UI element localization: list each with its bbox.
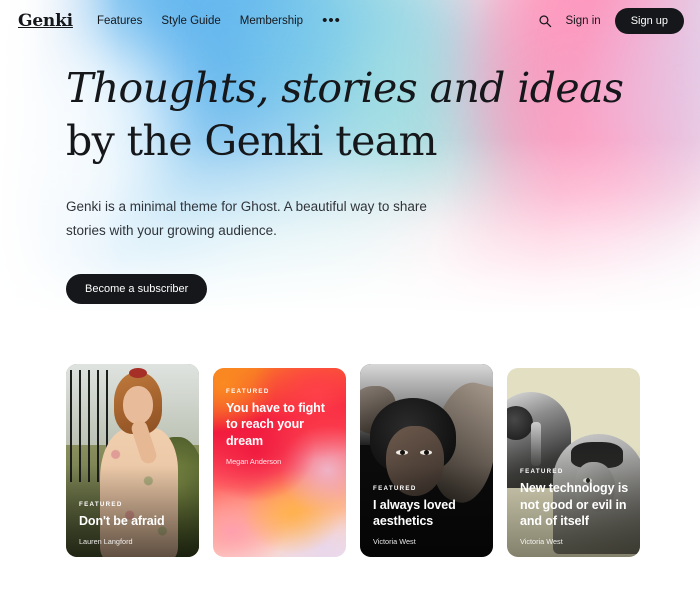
become-subscriber-button[interactable]: Become a subscriber [66,273,208,304]
card-text: FEATURED New technology is not good or e… [520,468,629,546]
header-actions: Sign in Sign up [538,8,684,34]
nav-item-membership[interactable]: Membership [240,15,303,27]
headline-italic-part: Thoughts, stories and ideas [66,64,624,112]
main-navigation: Features Style Guide Membership ••• [97,13,341,28]
page-title: Thoughts, stories and ideas by the Genki… [66,62,626,169]
hero-content: Thoughts, stories and ideas by the Genki… [66,62,626,304]
featured-posts-list: FEATURED Don't be afraid Lauren Langford… [0,330,700,604]
sign-in-link[interactable]: Sign in [566,15,601,27]
post-card-new-technology[interactable]: FEATURED New technology is not good or e… [507,368,640,557]
card-title: You have to fight to reach your dream [226,401,325,448]
post-card-i-always-loved-aesthetics[interactable]: FEATURED I always loved aesthetics Victo… [360,364,493,557]
status-badge: FEATURED [373,484,417,492]
status-badge: FEATURED [226,388,270,395]
nav-item-features[interactable]: Features [97,15,142,27]
more-menu-icon[interactable]: ••• [322,13,341,28]
card-title: New technology is not good or evil in an… [520,481,629,528]
nav-item-style-guide[interactable]: Style Guide [161,15,220,27]
card-text: FEATURED You have to fight to reach your… [226,388,335,466]
site-header: Genki Features Style Guide Membership ••… [0,0,700,42]
sign-up-button[interactable]: Sign up [614,8,684,34]
card-text: FEATURED Don't be afraid Lauren Langford [79,501,188,546]
post-card-you-have-to-fight[interactable]: FEATURED You have to fight to reach your… [213,368,346,557]
headline-roman-part: by the Genki team [66,117,438,166]
search-icon[interactable] [538,14,552,28]
post-card-dont-be-afraid[interactable]: FEATURED Don't be afraid Lauren Langford [66,364,199,557]
status-badge: FEATURED [79,500,123,508]
card-author: Victoria West [520,537,563,546]
card-text: FEATURED I always loved aesthetics Victo… [373,485,482,547]
card-title: I always loved aesthetics [373,497,456,528]
card-author: Lauren Langford [79,537,133,546]
card-author: Victoria West [373,537,416,546]
hero-subtitle: Genki is a minimal theme for Ghost. A be… [66,198,427,239]
hero-section: Genki Features Style Guide Membership ••… [0,0,700,330]
site-logo[interactable]: Genki [18,11,73,31]
status-badge: FEATURED [520,468,564,476]
card-author: Megan Anderson [226,456,282,466]
card-title: Don't be afraid [79,513,165,528]
